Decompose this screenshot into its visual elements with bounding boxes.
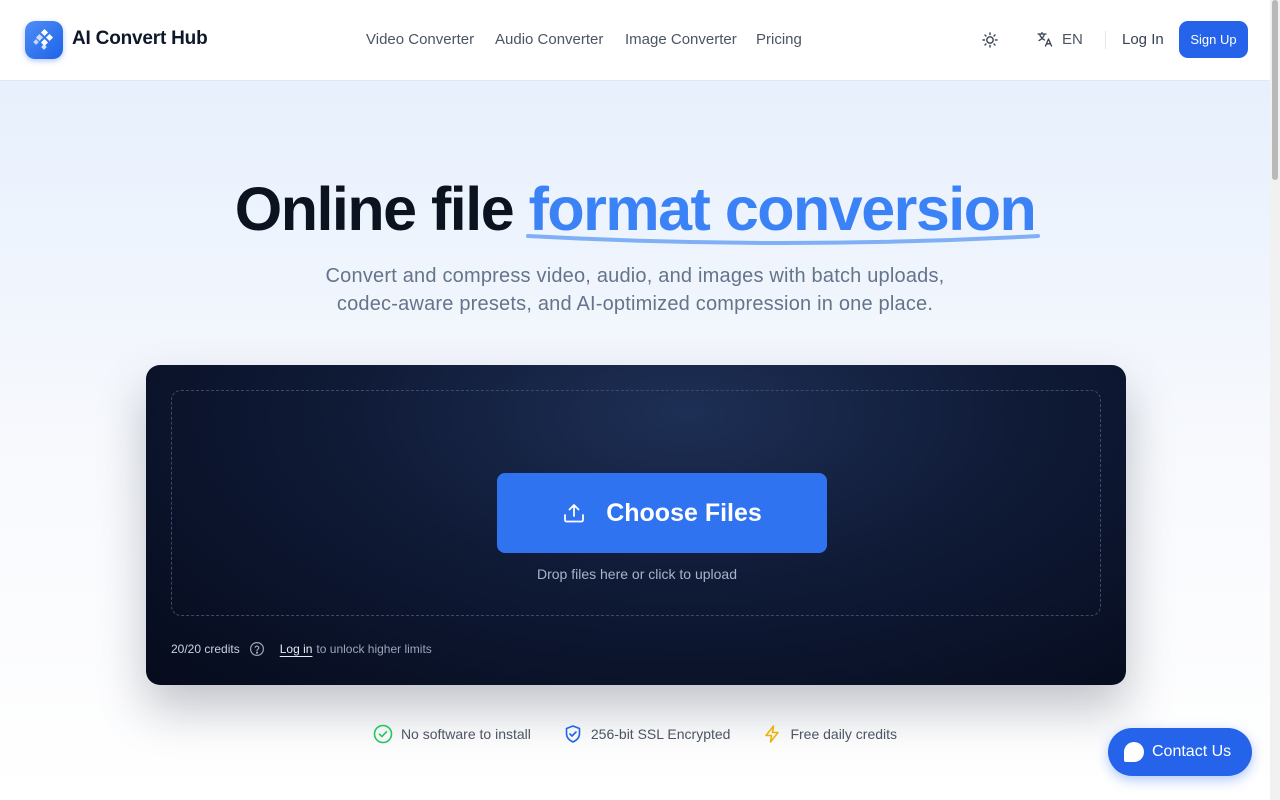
top-header: AI Convert Hub Video Converter Audio Con…: [0, 0, 1270, 81]
upload-card: Choose Files Drop files here or click to…: [146, 365, 1126, 685]
check-circle-icon: [373, 724, 393, 744]
scrollbar-thumb[interactable]: [1272, 0, 1278, 180]
choose-files-label: Choose Files: [606, 498, 762, 527]
feature-free-credits: Free daily credits: [762, 724, 897, 744]
brand-name[interactable]: AI Convert Hub: [72, 28, 208, 50]
page-scrollbar[interactable]: [1270, 0, 1280, 800]
sun-icon: [982, 32, 998, 48]
signup-button[interactable]: Sign Up: [1179, 21, 1248, 58]
hero-subtitle-line-2: codec-aware presets, and AI-optimized co…: [336, 293, 934, 315]
question-circle-icon[interactable]: [249, 641, 265, 657]
feature-list: No software to install 256-bit SSL Encry…: [0, 724, 1270, 744]
header-divider: [1105, 31, 1106, 49]
diamond-grid-logo-icon[interactable]: [25, 21, 63, 59]
feature-no-install: No software to install: [373, 724, 531, 744]
file-dropzone[interactable]: Choose Files Drop files here or click to…: [171, 390, 1101, 616]
feature-label: No software to install: [400, 726, 531, 742]
nav-image-converter[interactable]: Image Converter: [625, 31, 737, 48]
credits-login-suffix: to unlock higher limits: [316, 642, 432, 656]
credits-count: 20/20 credits: [171, 642, 240, 656]
translate-icon: [1037, 31, 1053, 47]
credits-login-link[interactable]: Log in: [280, 642, 313, 656]
chat-bubble-icon: [1124, 742, 1144, 762]
hero-subtitle: Convert and compress video, audio, and i…: [0, 262, 1270, 318]
choose-files-button[interactable]: Choose Files: [497, 473, 827, 553]
nav-video-converter[interactable]: Video Converter: [366, 31, 474, 48]
feature-label: 256-bit SSL Encrypted: [590, 726, 731, 742]
hero-title-plain: Online file: [234, 175, 529, 243]
feature-label: Free daily credits: [790, 726, 898, 742]
drop-hint: Drop files here or click to upload: [537, 566, 737, 582]
title-underline-decoration: [526, 234, 1040, 245]
feature-ssl: 256-bit SSL Encrypted: [563, 724, 731, 744]
upload-icon: [564, 504, 585, 523]
contact-us-button[interactable]: Contact Us: [1108, 728, 1252, 776]
theme-toggle-button[interactable]: [979, 29, 1001, 51]
shield-check-icon: [565, 725, 581, 743]
language-selector[interactable]: EN: [1036, 30, 1083, 48]
hero-subtitle-line-1: Convert and compress video, audio, and i…: [325, 265, 945, 287]
nav-pricing[interactable]: Pricing: [756, 31, 802, 48]
nav-audio-converter[interactable]: Audio Converter: [495, 31, 603, 48]
login-link[interactable]: Log In: [1122, 31, 1164, 48]
language-code: EN: [1062, 30, 1083, 48]
lightning-icon: [765, 725, 780, 743]
credits-bar: 20/20 credits Log in to unlock higher li…: [171, 641, 432, 657]
contact-us-label: Contact Us: [1152, 743, 1232, 760]
